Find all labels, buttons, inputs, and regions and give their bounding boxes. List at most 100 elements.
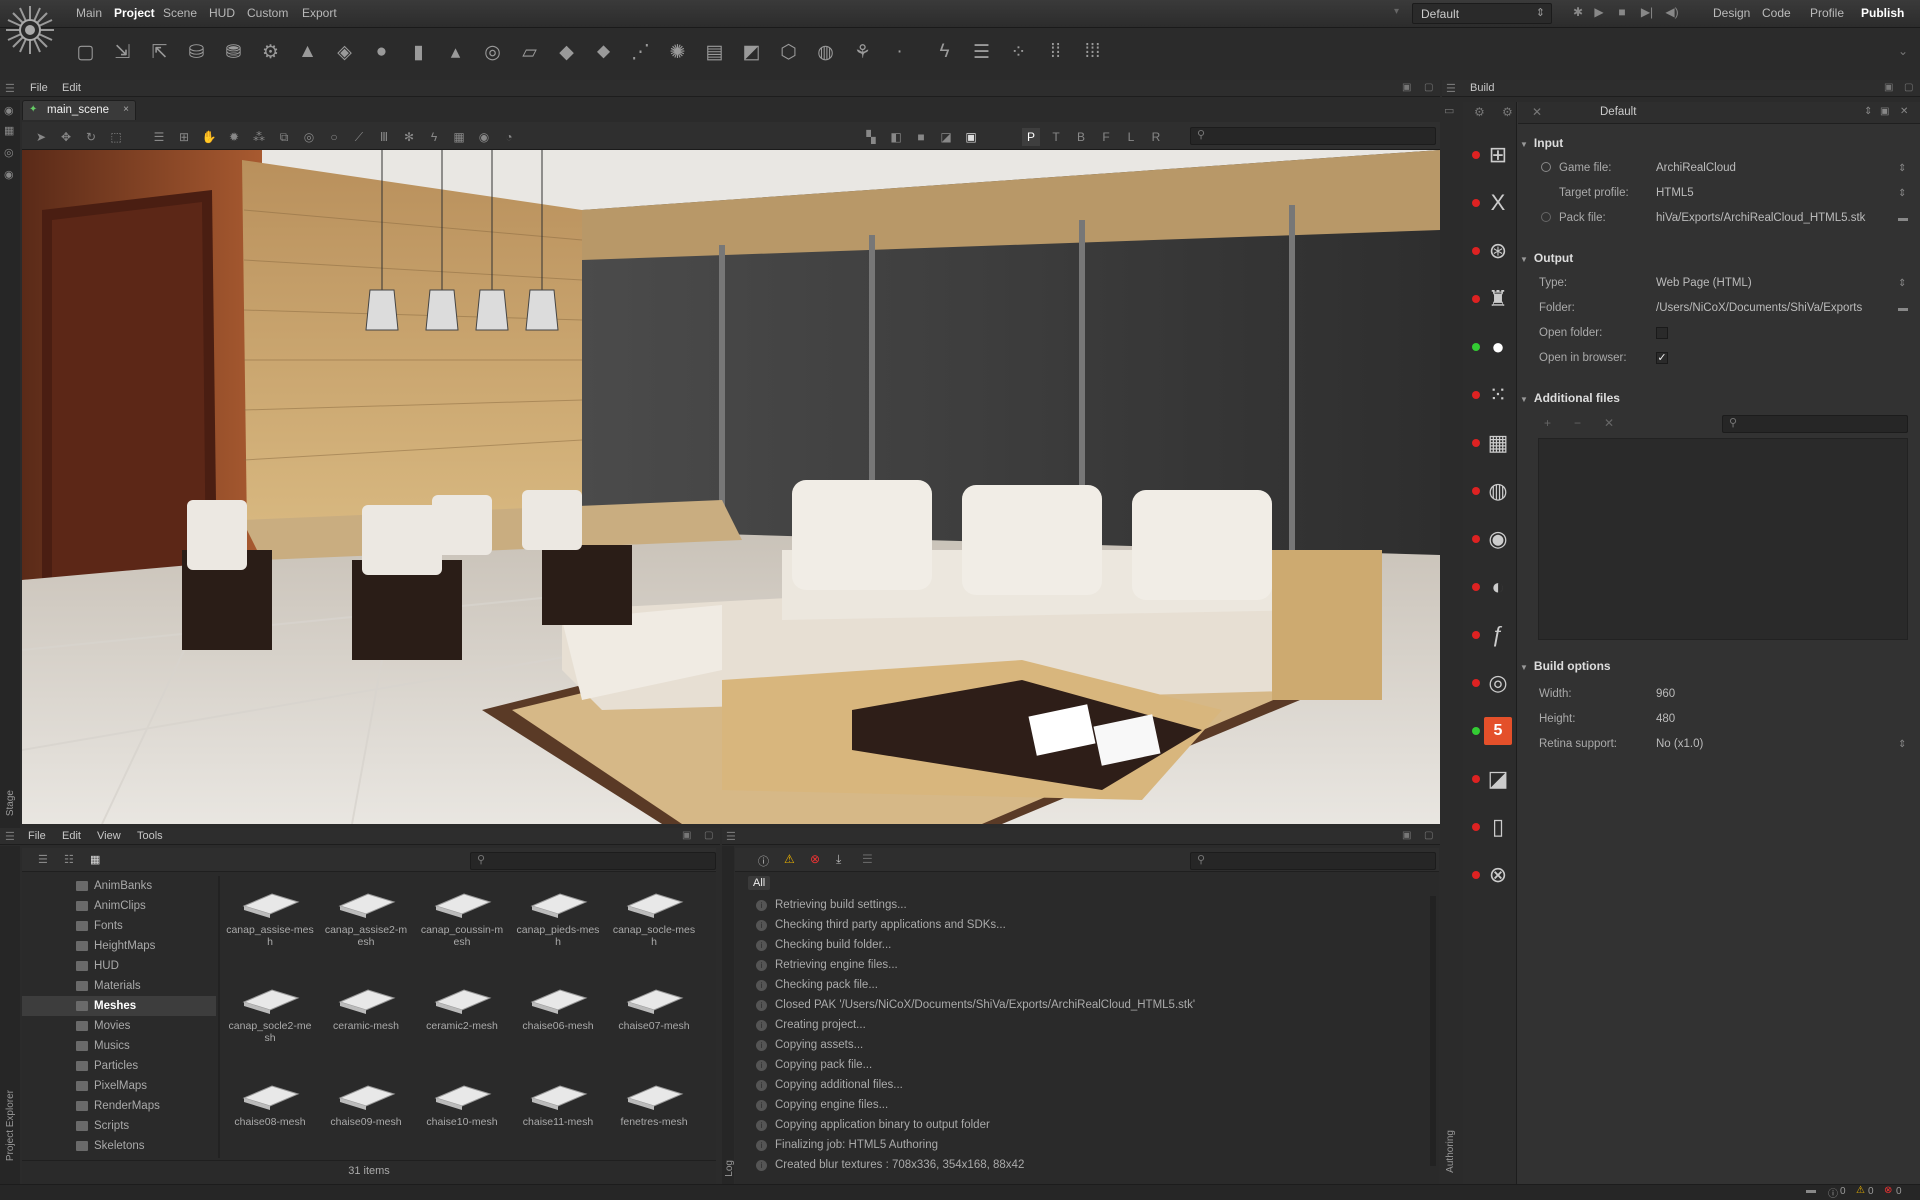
width-input[interactable]: 960 [1656, 688, 1675, 700]
stage-maximize-icon[interactable]: ▢ [1424, 82, 1433, 93]
asset-item[interactable]: ceramic-mesh [318, 972, 414, 1068]
platform-x[interactable]: X [1470, 185, 1505, 221]
circle-icon[interactable]: ○ [325, 128, 343, 146]
additional-files-list[interactable] [1538, 438, 1908, 640]
square-icon[interactable]: ◩ [738, 39, 765, 66]
menu-custom[interactable]: Custom [247, 6, 288, 20]
asset-item[interactable]: canap_socle2-mesh [222, 972, 318, 1068]
view-right[interactable]: R [1147, 128, 1165, 146]
folder-item[interactable]: Musics [22, 1036, 216, 1056]
debug-icon[interactable]: ✱ [1570, 5, 1586, 21]
platform-html5[interactable]: 5 [1470, 713, 1512, 749]
sphere-icon[interactable]: ● [368, 39, 395, 66]
step-icon[interactable]: ▶| [1639, 5, 1655, 21]
asset-item[interactable]: chaise10-mesh [414, 1068, 510, 1164]
platform-cube[interactable]: ▯ [1470, 809, 1504, 845]
pack-file-radio[interactable] [1541, 212, 1551, 222]
tab-close-icon[interactable]: × [123, 104, 129, 115]
gear-icon[interactable]: ⚙ [257, 39, 284, 66]
mode-profile[interactable]: Profile [1810, 6, 1844, 20]
terrain-icon[interactable]: ▲ [294, 39, 321, 66]
stage-detach-icon[interactable]: ▣ [1402, 82, 1411, 93]
column-icon[interactable]: Ⅲ [375, 128, 393, 146]
menu-main[interactable]: Main [76, 6, 102, 20]
thumbnail-view-icon[interactable]: ▦ [90, 853, 100, 866]
type-select[interactable]: Web Page (HTML) [1656, 277, 1752, 289]
platform-windows-phone[interactable]: ◍ [1470, 473, 1508, 509]
log-filter-all[interactable]: All [748, 876, 771, 890]
build-save-icon[interactable]: ▣ [1880, 106, 1889, 117]
stop-icon[interactable]: ■ [1614, 5, 1630, 21]
build-close-icon[interactable]: ✕ [1900, 106, 1908, 117]
atom-icon[interactable]: ✻ [400, 128, 418, 146]
eye-icon[interactable]: ◉ [4, 104, 14, 117]
type-arrow-icon[interactable]: ⇕ [1898, 278, 1906, 289]
box-outline-icon[interactable]: ⬡ [775, 39, 802, 66]
log-warning-filter-icon[interactable]: ⚠ [784, 852, 795, 866]
height-input[interactable]: 480 [1656, 713, 1675, 725]
molecule-icon[interactable]: ⁘ [1005, 39, 1032, 66]
grid-icon[interactable]: ▦ [450, 128, 468, 146]
platform-marmalade[interactable]: ◪ [1470, 761, 1508, 797]
folder-item[interactable]: HeightMaps [22, 936, 216, 956]
build-profile-arrow-icon[interactable]: ⇕ [1864, 106, 1872, 117]
folder-item[interactable]: Meshes [22, 996, 216, 1016]
log-clear-icon[interactable]: ☰ [862, 852, 873, 866]
target-icon[interactable]: ◎ [300, 128, 318, 146]
platform-xbox[interactable]: ⊗ [1470, 857, 1507, 893]
folder-browse-icon[interactable]: ▬ [1898, 303, 1908, 314]
pack-file-path[interactable]: hiVa/Exports/ArchiRealCloud_HTML5.stk [1656, 212, 1865, 224]
retina-arrow-icon[interactable]: ⇕ [1898, 739, 1906, 750]
list-view-icon[interactable]: ☰ [38, 853, 48, 866]
explorer-drag-icon[interactable]: ☰ [5, 830, 15, 843]
explorer-menu-view[interactable]: View [97, 830, 121, 842]
play-icon[interactable]: ▶ [1591, 5, 1607, 21]
hand-icon[interactable]: ✋ [200, 128, 218, 146]
game-file-select[interactable]: ArchiRealCloud [1656, 162, 1736, 174]
open-browser-checkbox[interactable]: ✓ [1656, 352, 1668, 364]
menu-hud[interactable]: HUD [209, 6, 235, 20]
detail-view-icon[interactable]: ☷ [64, 853, 74, 866]
mode-publish[interactable]: Publish [1861, 6, 1904, 20]
open-folder-checkbox[interactable] [1656, 327, 1668, 339]
clear-files-icon[interactable]: ✕ [1604, 416, 1614, 430]
pack-file-browse-icon[interactable]: ▬ [1898, 213, 1908, 224]
log-drag-icon[interactable]: ☰ [726, 830, 736, 843]
import-icon[interactable]: ⇲ [109, 39, 136, 66]
folder-item[interactable]: RenderMaps [22, 1096, 216, 1116]
explorer-menu-file[interactable]: File [28, 830, 46, 842]
platform-android[interactable]: ♜ [1470, 281, 1508, 317]
build-maximize-icon[interactable]: ▢ [1904, 82, 1913, 93]
game-file-radio[interactable] [1541, 162, 1551, 172]
scale-icon[interactable]: ⬚ [107, 128, 125, 146]
build-profile-select[interactable]: Default [1600, 106, 1636, 118]
asset-item[interactable]: ceramic2-mesh [414, 972, 510, 1068]
retina-select[interactable]: No (x1.0) [1656, 738, 1703, 750]
new-game-icon[interactable]: ▢ [72, 39, 99, 66]
film-icon[interactable]: ▤ [701, 39, 728, 66]
target-profile-arrow-icon[interactable]: ⇕ [1898, 188, 1906, 199]
cone-icon[interactable]: ▴ [442, 39, 469, 66]
game-file-arrow-icon[interactable]: ⇕ [1898, 163, 1906, 174]
folder-item[interactable]: PixelMaps [22, 1076, 216, 1096]
asset-item[interactable]: chaise09-mesh [318, 1068, 414, 1164]
add-file-icon[interactable]: + [1544, 416, 1551, 430]
view-perspective[interactable]: P [1022, 128, 1040, 146]
stage-drag-icon[interactable]: ☰ [5, 82, 15, 95]
platform-apple[interactable]: ● [1470, 329, 1505, 365]
particles-icon[interactable]: ⁂ [250, 128, 268, 146]
torus-icon[interactable]: ◎ [479, 39, 506, 66]
globe-icon[interactable]: ◍ [812, 39, 839, 66]
solid-icon[interactable]: ■ [912, 128, 930, 146]
dot-icon[interactable]: · [886, 39, 913, 66]
explorer-search-input[interactable]: ⚲ [470, 852, 716, 870]
scene-viewport[interactable] [22, 150, 1440, 824]
object-icon[interactable]: ⧉ [275, 128, 293, 146]
view-left[interactable]: L [1122, 128, 1140, 146]
menu-project[interactable]: Project [114, 6, 155, 20]
build-drag-icon[interactable]: ☰ [1446, 82, 1456, 95]
export-icon[interactable]: ⇱ [146, 39, 173, 66]
plane-icon[interactable]: ▱ [516, 39, 543, 66]
folder-item[interactable]: Scripts [22, 1116, 216, 1136]
select-icon[interactable]: ➤ [32, 128, 50, 146]
